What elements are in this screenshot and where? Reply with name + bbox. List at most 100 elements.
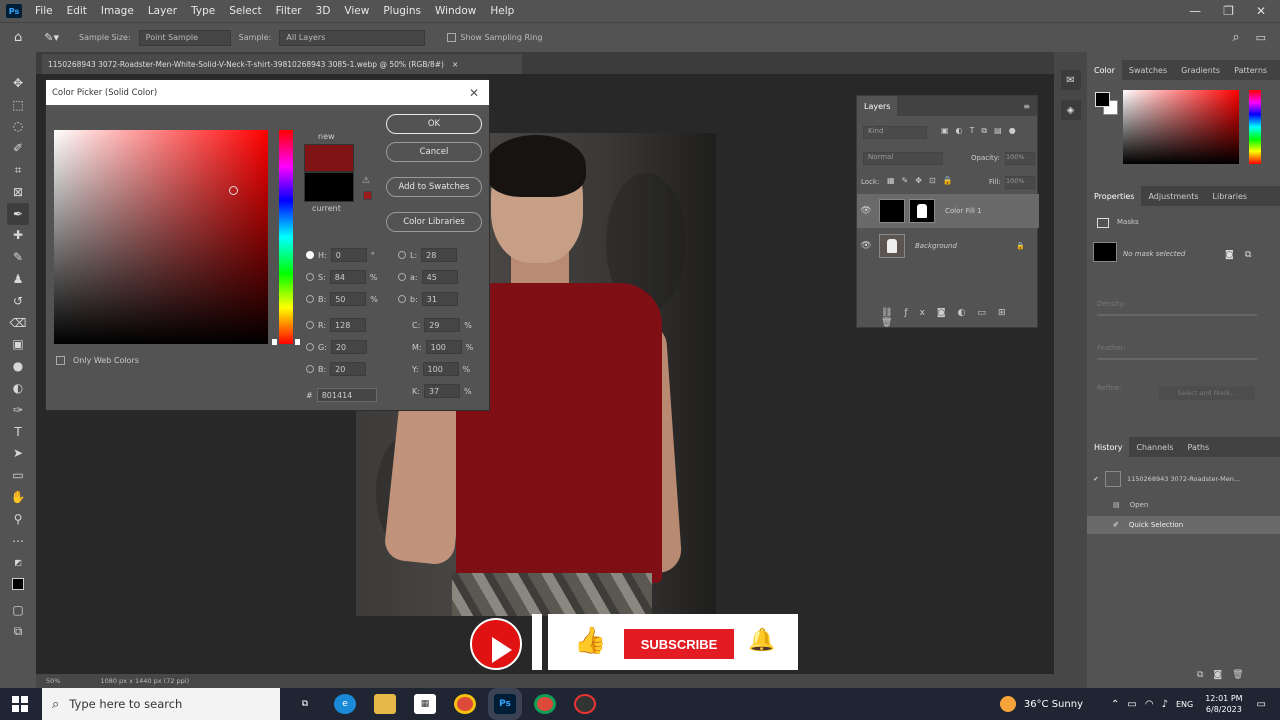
m-input[interactable]: 100 bbox=[425, 340, 462, 354]
close-tab-icon[interactable]: × bbox=[452, 60, 458, 69]
blend-mode-select[interactable]: Normal bbox=[863, 152, 943, 165]
l-radio[interactable] bbox=[398, 251, 406, 259]
tab-color[interactable]: Color bbox=[1087, 60, 1122, 80]
menu-window[interactable]: Window bbox=[428, 5, 483, 17]
cancel-button[interactable]: Cancel bbox=[386, 142, 482, 162]
menu-file[interactable]: File bbox=[28, 5, 60, 17]
hex-input[interactable]: 801414 bbox=[316, 388, 377, 402]
history-step-quick-selection[interactable]: ✐ Quick Selection bbox=[1087, 516, 1280, 534]
quick-mask-icon[interactable]: ▢ bbox=[7, 599, 29, 621]
tab-paths[interactable]: Paths bbox=[1180, 443, 1216, 452]
home-icon[interactable]: ⌂ bbox=[14, 30, 22, 45]
web-safe-swatch[interactable] bbox=[363, 191, 372, 200]
marquee-tool-icon[interactable]: ⬚ bbox=[7, 94, 29, 116]
color-libraries-button[interactable]: Color Libraries bbox=[386, 212, 482, 232]
lab-b-input[interactable]: 31 bbox=[421, 292, 458, 306]
layers-footer-icons[interactable]: ⛓ƒx◙◐▭⊞🗑 bbox=[881, 308, 1037, 328]
b-input[interactable]: 50 bbox=[330, 292, 367, 306]
zoom-tool-icon[interactable]: ⚲ bbox=[7, 508, 29, 530]
density-slider[interactable] bbox=[1097, 314, 1257, 316]
menu-image[interactable]: Image bbox=[94, 5, 141, 17]
tab-layers[interactable]: Layers bbox=[857, 96, 898, 116]
r-input[interactable]: 128 bbox=[330, 318, 367, 332]
sample-select[interactable]: All Layers bbox=[279, 29, 426, 46]
clone-stamp-tool-icon[interactable]: ♟ bbox=[7, 268, 29, 290]
quick-selection-tool-icon[interactable]: ✐ bbox=[7, 137, 29, 159]
layer-name[interactable]: Background bbox=[915, 242, 957, 250]
gradient-tool-icon[interactable]: ▣ bbox=[7, 334, 29, 356]
screen-mode-icon[interactable]: ⧉ bbox=[7, 621, 29, 643]
h-radio[interactable] bbox=[306, 251, 314, 259]
feather-slider[interactable] bbox=[1097, 358, 1257, 360]
path-selection-tool-icon[interactable]: ➤ bbox=[7, 443, 29, 465]
tab-libraries[interactable]: Libraries bbox=[1206, 192, 1255, 201]
add-pixel-mask-icon[interactable]: ◙ bbox=[1225, 250, 1234, 260]
b-radio[interactable] bbox=[306, 295, 314, 303]
comments-icon[interactable]: ✉ bbox=[1060, 70, 1081, 90]
r-radio[interactable] bbox=[306, 321, 314, 329]
dodge-tool-icon[interactable]: ◐ bbox=[7, 377, 29, 399]
c-input[interactable]: 29 bbox=[424, 318, 461, 332]
edge-browser-icon[interactable]: e bbox=[334, 694, 356, 714]
task-view-icon[interactable]: ⧉ bbox=[294, 694, 316, 714]
crop-tool-icon[interactable]: ⌗ bbox=[7, 159, 29, 181]
layer-filter-icons[interactable]: ▣◐T⧉▤● bbox=[941, 126, 1023, 136]
visibility-eye-icon[interactable]: 👁 bbox=[857, 206, 875, 216]
foreground-background-color-icon[interactable] bbox=[7, 573, 29, 596]
lab-b-radio[interactable] bbox=[398, 295, 406, 303]
bell-icon[interactable]: 🔔 bbox=[748, 628, 775, 653]
tab-history[interactable]: History bbox=[1087, 437, 1130, 457]
photoshop-logo-icon[interactable]: Ps bbox=[6, 4, 22, 18]
visibility-eye-icon[interactable]: 👁 bbox=[857, 241, 875, 251]
wifi-icon[interactable]: ◠ bbox=[1145, 699, 1154, 710]
healing-brush-tool-icon[interactable]: ✚ bbox=[7, 225, 29, 247]
restore-icon[interactable]: ❐ bbox=[1223, 4, 1234, 18]
chrome-profile-icon[interactable] bbox=[534, 694, 556, 714]
type-tool-icon[interactable]: T bbox=[7, 421, 29, 443]
current-color-swatch[interactable] bbox=[304, 172, 354, 202]
layer-mask-thumbnail[interactable] bbox=[909, 199, 935, 223]
history-snapshot[interactable]: ✔ 1150268943 3072-Roadster-Men... bbox=[1087, 468, 1280, 490]
background-thumbnail[interactable] bbox=[879, 234, 905, 258]
ok-button[interactable]: OK bbox=[386, 114, 482, 134]
menu-edit[interactable]: Edit bbox=[60, 5, 94, 17]
tab-patterns[interactable]: Patterns bbox=[1227, 66, 1274, 75]
eyedropper-tool-icon[interactable]: ✒ bbox=[7, 202, 29, 225]
k-input[interactable]: 37 bbox=[423, 384, 460, 398]
hand-tool-icon[interactable]: ✋ bbox=[7, 486, 29, 508]
file-explorer-icon[interactable] bbox=[374, 694, 396, 714]
photoshop-taskbar-icon[interactable]: Ps bbox=[488, 688, 522, 720]
history-step-open[interactable]: ▤ Open bbox=[1087, 496, 1280, 514]
layer-row-color-fill[interactable]: 👁 Color Fill 1 bbox=[857, 194, 1039, 228]
color-field[interactable] bbox=[54, 130, 268, 344]
fill-layer-thumbnail[interactable] bbox=[879, 199, 905, 223]
menu-filter[interactable]: Filter bbox=[269, 5, 309, 17]
3d-icon[interactable]: ◈ bbox=[1060, 100, 1081, 120]
move-tool-icon[interactable]: ✥ bbox=[7, 72, 29, 94]
blur-tool-icon[interactable]: ● bbox=[7, 355, 29, 377]
search-icon[interactable]: ⌕ bbox=[1232, 30, 1239, 45]
menu-type[interactable]: Type bbox=[184, 5, 222, 17]
language-indicator[interactable]: ENG bbox=[1176, 700, 1193, 709]
layer-name[interactable]: Color Fill 1 bbox=[945, 207, 982, 215]
windows-start-icon[interactable] bbox=[12, 696, 28, 712]
pen-tool-icon[interactable]: ✑ bbox=[7, 399, 29, 421]
close-dialog-icon[interactable]: ✕ bbox=[469, 86, 479, 100]
menu-view[interactable]: View bbox=[337, 5, 376, 17]
youtube-play-icon[interactable] bbox=[470, 618, 522, 670]
fg-bg-swatches[interactable] bbox=[1095, 92, 1119, 116]
tray-chevron-icon[interactable]: ⌃ bbox=[1111, 699, 1119, 710]
minimize-icon[interactable]: — bbox=[1189, 4, 1201, 18]
g-input[interactable]: 20 bbox=[330, 340, 367, 354]
tab-properties[interactable]: Properties bbox=[1087, 186, 1142, 206]
layer-filter-select[interactable]: Kind bbox=[863, 126, 927, 139]
history-brush-tool-icon[interactable]: ↺ bbox=[7, 290, 29, 312]
default-colors-icon[interactable]: ◩ bbox=[7, 552, 29, 574]
history-footer-icons[interactable]: ⧉◙🗑 bbox=[1197, 670, 1254, 680]
clock[interactable]: 12:01 PM 6/8/2023 bbox=[1205, 693, 1242, 715]
eyedropper-preset-icon[interactable]: ✎▾ bbox=[44, 31, 59, 44]
frame-tool-icon[interactable]: ⊠ bbox=[7, 181, 29, 203]
menu-3d[interactable]: 3D bbox=[309, 5, 338, 17]
color-panel-field[interactable] bbox=[1123, 90, 1239, 164]
opacity-input[interactable]: 100% bbox=[1005, 152, 1035, 165]
